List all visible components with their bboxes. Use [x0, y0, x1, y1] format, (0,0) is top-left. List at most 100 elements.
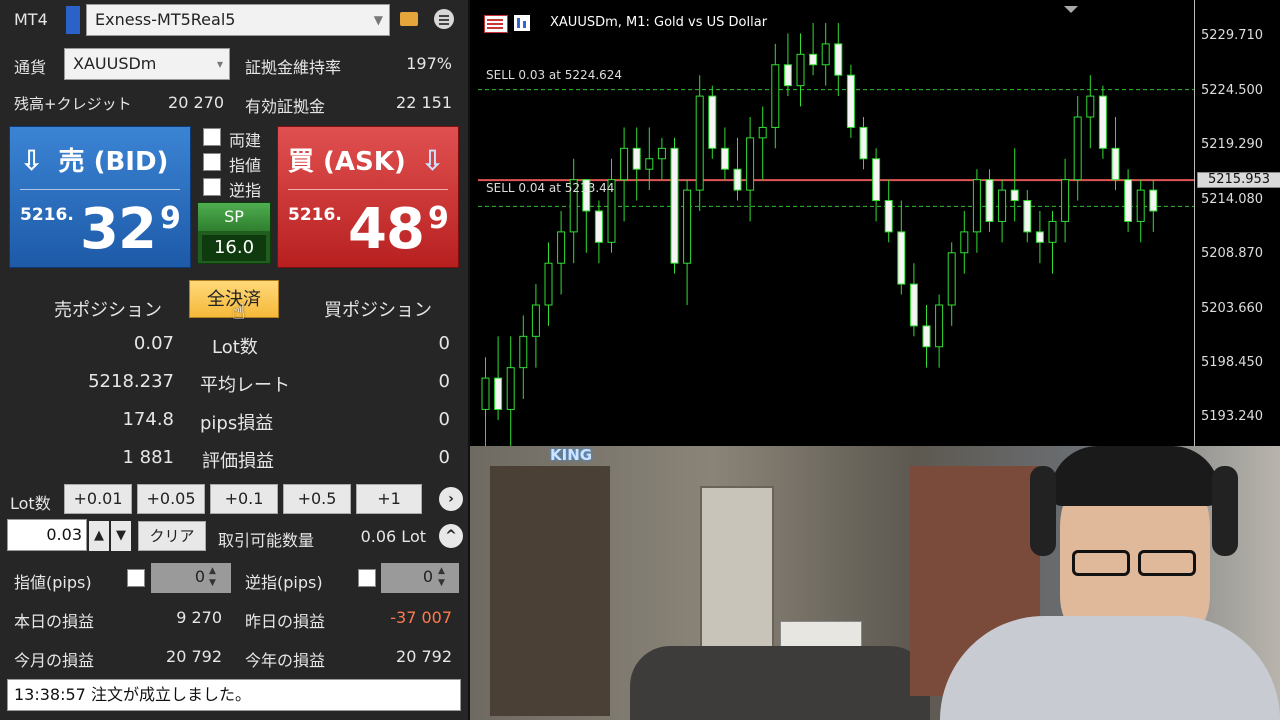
webcam-overlay: KING	[470, 446, 1280, 720]
bid-price-small: 5216.	[20, 205, 74, 225]
trash-pile	[630, 646, 930, 720]
candle	[884, 179, 893, 243]
buy-lot-value: 0	[438, 333, 450, 354]
sell-avg-rate-value: 5218.237	[88, 371, 174, 392]
chevron-right-icon[interactable]: ›	[439, 487, 463, 511]
hedge-checkbox[interactable]	[203, 128, 221, 146]
sell-pl-value: 1 881	[122, 447, 174, 468]
price-chart[interactable]: XAUUSDm, M1: Gold vs US Dollar SELL 0.03…	[470, 0, 1280, 446]
lot-add-0.5-button[interactable]: +0.5	[283, 484, 351, 514]
candle-body	[1048, 220, 1057, 243]
candle-body	[960, 231, 969, 254]
down-arrow-icon: ⇩	[420, 144, 445, 177]
buy-ask-button[interactable]: 買 (ASK) ⇩ 5216. 48 9	[277, 126, 459, 268]
down-arrow-icon: ⇩	[20, 144, 44, 177]
candle-body	[557, 231, 566, 264]
buy-pips-value: 0	[438, 409, 450, 430]
candle-body	[922, 325, 931, 348]
order-line-label-1: SELL 0.03 at 5224.624	[486, 68, 623, 82]
margin-rate-value: 197%	[406, 54, 452, 73]
candle-body	[746, 137, 755, 191]
candle-body	[720, 147, 729, 170]
today-pl-value: 9 270	[176, 608, 222, 627]
candle-body	[972, 179, 981, 233]
sell-bid-button[interactable]: ⇩ 売 (BID) 5216. 32 9	[9, 126, 191, 268]
spread-box: SP 16.0	[197, 202, 271, 264]
candle	[569, 158, 578, 264]
candle-body	[821, 43, 830, 66]
candle	[1086, 75, 1095, 149]
lot-add-0.1-button[interactable]: +0.1	[210, 484, 278, 514]
lot-add-0.05-button[interactable]: +0.05	[137, 484, 205, 514]
candle-body	[695, 95, 704, 191]
candle-body	[683, 189, 692, 264]
stop-checkbox[interactable]	[203, 178, 221, 196]
candle	[859, 116, 868, 170]
month-pl-label: 今月の損益	[14, 651, 95, 670]
symbol-select[interactable]: XAUUSDm ▾	[64, 48, 230, 80]
limit-pips-checkbox[interactable]	[127, 569, 145, 587]
stop-pips-checkbox[interactable]	[358, 569, 376, 587]
candle	[720, 127, 729, 180]
sticker-text	[948, 542, 1078, 602]
ask-price-sup: 9	[428, 201, 449, 236]
pips-label: pips損益	[200, 413, 274, 434]
candle-body	[758, 126, 767, 139]
year-pl-value: 20 792	[396, 647, 452, 666]
status-bar: 13:38:57 注文が成立しました。	[7, 679, 461, 711]
candle-body	[1136, 189, 1145, 222]
candle-body	[1023, 200, 1032, 233]
chevron-up-icon[interactable]: ^	[439, 524, 463, 548]
clear-button[interactable]: クリア	[138, 521, 206, 551]
app-label: MT4	[14, 10, 48, 29]
folder-icon[interactable]	[400, 12, 418, 26]
account-color-icon	[66, 6, 80, 34]
candle-body	[481, 377, 490, 410]
stop-pips-input[interactable]: 0	[381, 563, 459, 593]
lot-add-1-button[interactable]: +1	[356, 484, 422, 514]
candle	[657, 137, 666, 180]
limit-pips-label: 指値(pips)	[14, 573, 92, 592]
stop-spinner-icon[interactable]: ▲ ▼	[438, 565, 445, 589]
price-axis: 5229.710 5224.500 5219.290 5214.080 5208.870…	[1194, 0, 1280, 446]
candle-body	[1061, 179, 1070, 222]
balance-label: 残高+クレジット	[14, 95, 132, 113]
limit-spinner-icon[interactable]: ▲ ▼	[209, 565, 216, 589]
candle	[695, 75, 704, 211]
candle-body	[1035, 231, 1044, 243]
lot-up-icon[interactable]: ▲	[89, 521, 109, 551]
candle	[1048, 210, 1057, 274]
hair	[1050, 446, 1220, 506]
price-tick-label: 5208.870	[1201, 246, 1264, 262]
chart-title: XAUUSDm, M1: Gold vs US Dollar	[550, 15, 768, 30]
price-tick-label: 5229.710	[1201, 28, 1264, 44]
candle-body	[947, 252, 956, 306]
bid-price-sup: 9	[160, 201, 181, 236]
lot-add-0.01-button[interactable]: +0.01	[64, 484, 132, 514]
limit-checkbox[interactable]	[203, 153, 221, 171]
lot-input[interactable]: 0.03	[7, 519, 87, 551]
lot-down-icon[interactable]: ▼	[111, 521, 131, 551]
candle	[1098, 85, 1107, 159]
menu-icon[interactable]	[434, 9, 454, 29]
stop-option-label: 逆指	[229, 181, 262, 200]
chart-type-icon	[484, 15, 508, 33]
candle	[670, 137, 679, 274]
sweater	[940, 616, 1280, 720]
candle	[1023, 190, 1032, 243]
divider	[288, 189, 448, 190]
candle	[607, 158, 616, 253]
candle	[1073, 96, 1082, 201]
candle-body	[1010, 189, 1019, 202]
candle	[947, 242, 956, 326]
limit-pips-input[interactable]: 0	[151, 563, 231, 593]
chevron-down-icon: ▼	[373, 13, 383, 27]
candle-body	[632, 147, 641, 170]
candle-body	[909, 283, 918, 327]
price-tick-label: 5219.290	[1201, 137, 1264, 153]
candle	[1149, 179, 1158, 232]
account-select[interactable]: Exness-MT5Real5 ▼	[86, 4, 390, 36]
candle	[1035, 210, 1044, 264]
candle	[834, 22, 843, 97]
price-tick-label: 5214.080	[1201, 191, 1264, 207]
